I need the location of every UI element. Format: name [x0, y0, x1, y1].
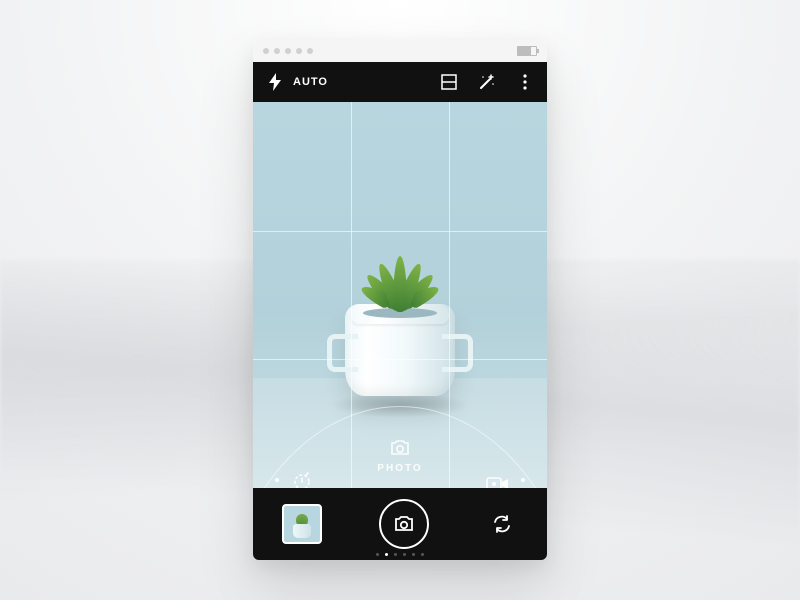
- timer-icon: [291, 470, 313, 488]
- switch-camera-icon: [491, 513, 513, 535]
- camera-bottom-bar: [253, 488, 547, 560]
- camera-viewfinder[interactable]: PHOTO: [253, 102, 547, 488]
- battery-indicator: [517, 46, 537, 56]
- flash-mode-label: AUTO: [293, 76, 328, 88]
- window-chrome: [253, 40, 547, 62]
- device-frame: AUTO: [253, 40, 547, 560]
- switch-camera-button[interactable]: [486, 508, 518, 540]
- camera-icon: [392, 512, 416, 536]
- flash-toggle[interactable]: AUTO: [265, 72, 328, 92]
- grid-toggle-icon[interactable]: [439, 72, 459, 92]
- subject-plant: [360, 252, 440, 312]
- magic-wand-icon[interactable]: [477, 72, 497, 92]
- mode-photo[interactable]: PHOTO: [365, 439, 435, 474]
- gallery-thumbnail[interactable]: [282, 504, 322, 544]
- more-vert-icon[interactable]: [515, 72, 535, 92]
- camera-icon: [389, 439, 411, 457]
- mode-selector[interactable]: PHOTO: [253, 439, 547, 474]
- mode-video[interactable]: [463, 476, 533, 488]
- video-icon: [486, 476, 510, 488]
- pager-dots: [253, 553, 547, 556]
- camera-top-bar: AUTO: [253, 62, 547, 102]
- mode-photo-label: PHOTO: [377, 463, 422, 474]
- subject-pot: [345, 304, 455, 396]
- mode-timer[interactable]: [267, 470, 337, 488]
- window-dots: [263, 48, 313, 54]
- flash-icon: [265, 72, 285, 92]
- shutter-button[interactable]: [379, 499, 429, 549]
